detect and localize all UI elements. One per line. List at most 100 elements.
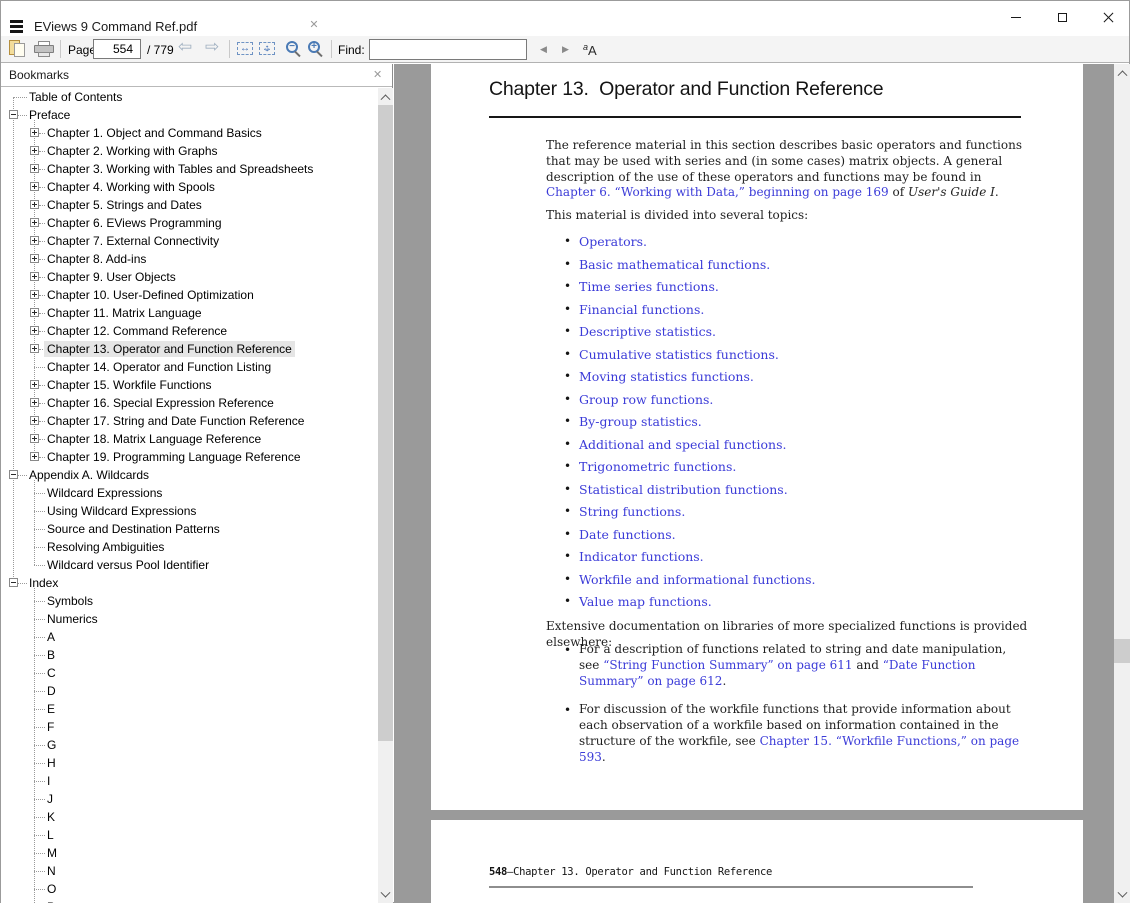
find-input[interactable] (369, 39, 527, 60)
bookmark-item[interactable]: Resolving Ambiguities (1, 538, 378, 556)
bookmark-label[interactable]: Chapter 14. Operator and Function Listin… (44, 359, 274, 375)
bookmark-label[interactable]: Chapter 16. Special Expression Reference (44, 395, 277, 411)
close-button[interactable] (1085, 1, 1130, 33)
topic-link[interactable]: Trigonometric functions. (579, 459, 736, 474)
bookmark-label[interactable]: Chapter 12. Command Reference (44, 323, 230, 339)
bookmark-label[interactable]: Symbols (44, 593, 96, 609)
bookmark-item[interactable]: M (1, 844, 378, 862)
topic-link[interactable]: Group row functions. (579, 392, 713, 407)
topic-link[interactable]: Value map functions. (579, 594, 712, 609)
bookmark-item[interactable]: Chapter 19. Programming Language Referen… (1, 448, 378, 466)
bookmark-label[interactable]: C (44, 665, 59, 681)
bookmark-item[interactable]: Wildcard versus Pool Identifier (1, 556, 378, 574)
bookmark-label[interactable]: E (44, 701, 58, 717)
bookmark-item[interactable]: Numerics (1, 610, 378, 628)
main-scrollbar[interactable] (1114, 64, 1130, 903)
sidebar-scrollbar[interactable] (378, 88, 393, 903)
bookmark-label[interactable]: Appendix A. Wildcards (26, 467, 152, 483)
expand-icon[interactable] (30, 308, 39, 317)
bookmark-item[interactable]: Chapter 1. Object and Command Basics (1, 124, 378, 142)
expand-icon[interactable] (30, 290, 39, 299)
main-scrollbar-thumb[interactable] (1114, 639, 1130, 663)
expand-icon[interactable] (30, 398, 39, 407)
topic-link[interactable]: Time series functions. (579, 279, 719, 294)
bookmark-item[interactable]: Wildcard Expressions (1, 484, 378, 502)
bookmark-label[interactable]: Resolving Ambiguities (44, 539, 167, 555)
bookmark-item[interactable]: D (1, 682, 378, 700)
bookmark-item[interactable]: Chapter 14. Operator and Function Listin… (1, 358, 378, 376)
zoom-out-icon[interactable]: − (286, 41, 298, 53)
expand-icon[interactable] (30, 218, 39, 227)
scroll-down-icon[interactable] (378, 887, 393, 903)
bookmark-item[interactable]: B (1, 646, 378, 664)
bookmark-label[interactable]: Chapter 9. User Objects (44, 269, 179, 285)
bookmark-item[interactable]: J (1, 790, 378, 808)
bookmark-label[interactable]: B (44, 647, 58, 663)
bookmark-item[interactable]: Chapter 9. User Objects (1, 268, 378, 286)
bookmark-label[interactable]: Chapter 17. String and Date Function Ref… (44, 413, 307, 429)
topic-link[interactable]: Date functions. (579, 527, 676, 542)
topic-link[interactable]: Operators. (579, 234, 647, 249)
bookmark-item[interactable]: Chapter 2. Working with Graphs (1, 142, 378, 160)
bookmark-label[interactable]: Wildcard Expressions (44, 485, 165, 501)
bookmark-item[interactable]: E (1, 700, 378, 718)
bookmark-item[interactable]: Chapter 7. External Connectivity (1, 232, 378, 250)
bookmark-label[interactable]: Chapter 7. External Connectivity (44, 233, 222, 249)
bookmark-label[interactable]: L (44, 827, 57, 843)
bookmark-label[interactable]: Chapter 13. Operator and Function Refere… (44, 341, 295, 357)
bookmark-label[interactable]: Source and Destination Patterns (44, 521, 223, 537)
inline-link[interactable]: “String Function Summary” on page 611 (603, 658, 852, 672)
bookmark-item[interactable]: C (1, 664, 378, 682)
scroll-down-icon[interactable] (1114, 887, 1130, 903)
minimize-button[interactable] (993, 1, 1039, 33)
expand-icon[interactable] (30, 452, 39, 461)
bookmark-item-selected[interactable]: Chapter 13. Operator and Function Refere… (1, 340, 378, 358)
previous-page-icon[interactable]: ⇦ (178, 37, 192, 57)
bookmark-item[interactable]: Index (1, 574, 378, 592)
scroll-up-icon[interactable] (1114, 64, 1130, 81)
bookmark-item[interactable]: P (1, 898, 378, 903)
bookmarks-close-icon[interactable]: ✕ (373, 68, 382, 81)
topic-link[interactable]: Workfile and informational functions. (579, 572, 815, 587)
bookmark-label[interactable]: Chapter 8. Add-ins (44, 251, 149, 267)
expand-icon[interactable] (30, 416, 39, 425)
bookmark-item[interactable]: Using Wildcard Expressions (1, 502, 378, 520)
topic-link[interactable]: Cumulative statistics functions. (579, 347, 779, 362)
print-icon[interactable] (34, 41, 54, 57)
bookmark-item[interactable]: Chapter 18. Matrix Language Reference (1, 430, 378, 448)
bookmark-label[interactable]: Chapter 3. Working with Tables and Sprea… (44, 161, 316, 177)
topic-link[interactable]: Financial functions. (579, 302, 704, 317)
expand-icon[interactable] (30, 128, 39, 137)
topic-link[interactable]: String functions. (579, 504, 685, 519)
bookmark-label[interactable]: Chapter 6. EViews Programming (44, 215, 225, 231)
topic-link[interactable]: Descriptive statistics. (579, 324, 716, 339)
match-case-icon[interactable]: aA (583, 42, 597, 58)
bookmark-label[interactable]: Chapter 2. Working with Graphs (44, 143, 221, 159)
topic-link[interactable]: Moving statistics functions. (579, 369, 754, 384)
bookmark-label[interactable]: Table of Contents (26, 89, 125, 105)
bookmark-label[interactable]: Chapter 4. Working with Spools (44, 179, 218, 195)
bookmark-label[interactable]: A (44, 629, 58, 645)
expand-icon[interactable] (30, 326, 39, 335)
bookmark-item[interactable]: Chapter 16. Special Expression Reference (1, 394, 378, 412)
bookmark-item[interactable]: Preface (1, 106, 378, 124)
collapse-icon[interactable] (9, 110, 18, 119)
bookmark-item[interactable]: Symbols (1, 592, 378, 610)
sidebar-scrollbar-thumb[interactable] (378, 105, 393, 741)
fit-width-icon[interactable]: ↔ (237, 42, 253, 55)
zoom-in-icon[interactable]: + (308, 41, 320, 53)
bookmark-label[interactable]: Chapter 18. Matrix Language Reference (44, 431, 264, 447)
expand-icon[interactable] (30, 272, 39, 281)
topic-link[interactable]: By-group statistics. (579, 414, 702, 429)
bookmark-item[interactable]: Chapter 4. Working with Spools (1, 178, 378, 196)
bookmark-item[interactable]: I (1, 772, 378, 790)
bookmark-item[interactable]: Chapter 15. Workfile Functions (1, 376, 378, 394)
bookmark-item[interactable]: G (1, 736, 378, 754)
bookmark-label[interactable]: Chapter 19. Programming Language Referen… (44, 449, 304, 465)
bookmark-label[interactable]: G (44, 737, 59, 753)
topic-link[interactable]: Basic mathematical functions. (579, 257, 770, 272)
bookmark-item[interactable]: Appendix A. Wildcards (1, 466, 378, 484)
expand-icon[interactable] (30, 200, 39, 209)
collapse-icon[interactable] (9, 578, 18, 587)
bookmark-label[interactable]: Using Wildcard Expressions (44, 503, 199, 519)
